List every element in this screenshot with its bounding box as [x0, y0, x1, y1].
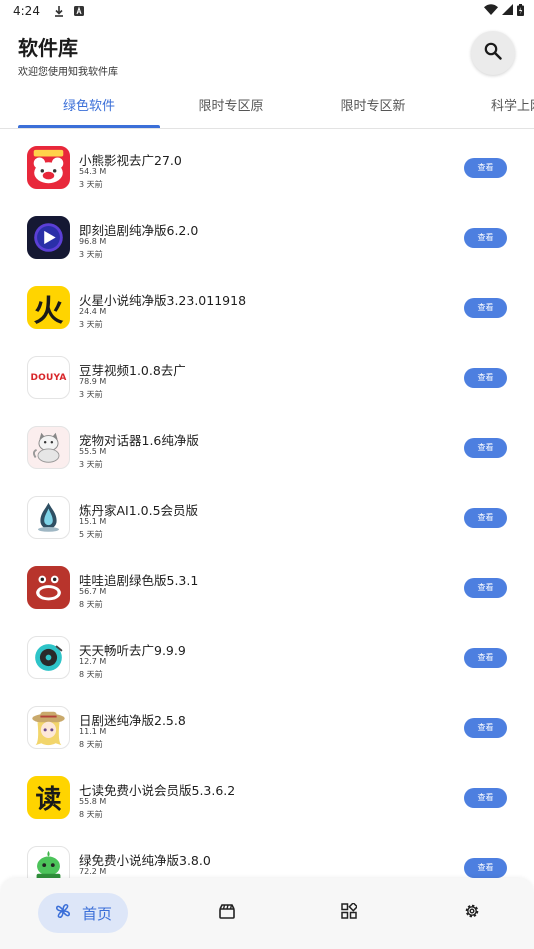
bottom-navigation: 首页: [0, 878, 534, 949]
vinyl-icon: [27, 636, 70, 679]
app-updated-time: 8 天前: [79, 600, 103, 609]
tab-indicator: [18, 125, 160, 128]
fire-char-icon: 火: [27, 286, 70, 329]
view-button[interactable]: 查看: [464, 368, 507, 388]
view-button[interactable]: 查看: [464, 788, 507, 808]
app-size: 55.5 M: [79, 447, 107, 456]
crystal-icon: [27, 496, 70, 539]
app-updated-time: 8 天前: [79, 740, 103, 749]
app-updated-time: 8 天前: [79, 810, 103, 819]
nav-settings-button[interactable]: [462, 903, 482, 923]
view-button[interactable]: 查看: [464, 648, 507, 668]
tab-limited-original[interactable]: 限时专区原: [160, 92, 302, 128]
search-button[interactable]: [471, 31, 515, 75]
battery-icon: [517, 3, 524, 19]
list-item[interactable]: 炼丹家AI1.0.5会员版 15.1 M 5 天前 查看: [0, 480, 534, 550]
download-icon: [54, 5, 64, 17]
list-item[interactable]: 火 火星小说纯净版3.23.011918 24.4 M 3 天前 查看: [0, 270, 534, 340]
view-button[interactable]: 查看: [464, 438, 507, 458]
nav-apps-button[interactable]: [339, 901, 359, 923]
gear-icon: [464, 903, 480, 923]
page-title: 软件库: [18, 36, 78, 60]
list-item[interactable]: 绿免费小说纯净版3.8.0 72.2 M 查看: [0, 830, 534, 878]
view-button[interactable]: 查看: [464, 158, 507, 178]
pinwheel-icon: [54, 902, 72, 924]
view-button[interactable]: 查看: [464, 578, 507, 598]
nav-home-button[interactable]: 首页: [38, 893, 128, 933]
app-size: 12.7 M: [79, 657, 107, 666]
green-mascot-icon: [27, 846, 70, 878]
play-icon: [27, 216, 70, 259]
signal-icon: [502, 4, 513, 18]
status-time: 4:24: [13, 4, 40, 18]
app-size: 11.1 M: [79, 727, 107, 736]
wifi-icon: [484, 4, 498, 18]
status-bar: 4:24: [0, 0, 534, 22]
app-updated-time: 3 天前: [79, 320, 103, 329]
view-button[interactable]: 查看: [464, 298, 507, 318]
clapperboard-icon: [219, 903, 235, 923]
bear-film-icon: [27, 146, 70, 189]
app-updated-time: 3 天前: [79, 180, 103, 189]
read-char-icon: 读: [27, 776, 70, 819]
app-size: 55.8 M: [79, 797, 107, 806]
tab-green-software[interactable]: 绿色软件: [18, 92, 160, 128]
view-button[interactable]: 查看: [464, 858, 507, 878]
app-updated-time: 8 天前: [79, 670, 103, 679]
view-button[interactable]: 查看: [464, 508, 507, 528]
page-subtitle: 欢迎您使用知我软件库: [18, 67, 118, 78]
app-updated-time: 3 天前: [79, 250, 103, 259]
search-icon: [484, 42, 502, 64]
list-item[interactable]: 哇哇追剧绿色版5.3.1 56.7 M 8 天前 查看: [0, 550, 534, 620]
category-tabs: 绿色软件 限时专区原 限时专区新 科学上网: [0, 92, 534, 129]
app-size: 54.3 M: [79, 167, 107, 176]
nav-video-button[interactable]: [217, 903, 237, 923]
anime-girl-icon: [27, 706, 70, 749]
app-updated-time: 5 天前: [79, 530, 103, 539]
app-size: 56.7 M: [79, 587, 107, 596]
notification-a-icon: [73, 6, 84, 16]
list-item[interactable]: DOUYA 豆芽视频1.0.8去广 78.9 M 3 天前 查看: [0, 340, 534, 410]
list-item[interactable]: 日剧迷纯净版2.5.8 11.1 M 8 天前 查看: [0, 690, 534, 760]
cat-icon: [27, 426, 70, 469]
tab-vpn[interactable]: 科学上网: [491, 92, 534, 128]
list-item[interactable]: 读 七读免费小说会员版5.3.6.2 55.8 M 8 天前 查看: [0, 760, 534, 830]
list-item[interactable]: 宠物对话器1.6纯净版 55.5 M 3 天前 查看: [0, 410, 534, 480]
apps-grid-icon: [341, 901, 359, 923]
nav-home-label: 首页: [81, 904, 112, 923]
app-size: 96.8 M: [79, 237, 107, 246]
tab-limited-new[interactable]: 限时专区新: [302, 92, 444, 128]
wawa-face-icon: [27, 566, 70, 609]
view-button[interactable]: 查看: [464, 718, 507, 738]
app-list: 小熊影视去广27.0 54.3 M 3 天前 查看 即刻追剧纯净版6.2.0 9…: [0, 130, 534, 878]
view-button[interactable]: 查看: [464, 228, 507, 248]
app-size: 78.9 M: [79, 377, 107, 386]
douya-logo-icon: DOUYA: [27, 356, 70, 399]
app-size: 15.1 M: [79, 517, 107, 526]
list-item[interactable]: 天天畅听去广9.9.9 12.7 M 8 天前 查看: [0, 620, 534, 690]
app-updated-time: 3 天前: [79, 460, 103, 469]
app-size: 72.2 M: [79, 867, 107, 876]
app-size: 24.4 M: [79, 307, 107, 316]
list-item[interactable]: 小熊影视去广27.0 54.3 M 3 天前 查看: [0, 130, 534, 200]
app-header: 软件库 欢迎您使用知我软件库: [0, 22, 534, 92]
list-item[interactable]: 即刻追剧纯净版6.2.0 96.8 M 3 天前 查看: [0, 200, 534, 270]
app-updated-time: 3 天前: [79, 390, 103, 399]
